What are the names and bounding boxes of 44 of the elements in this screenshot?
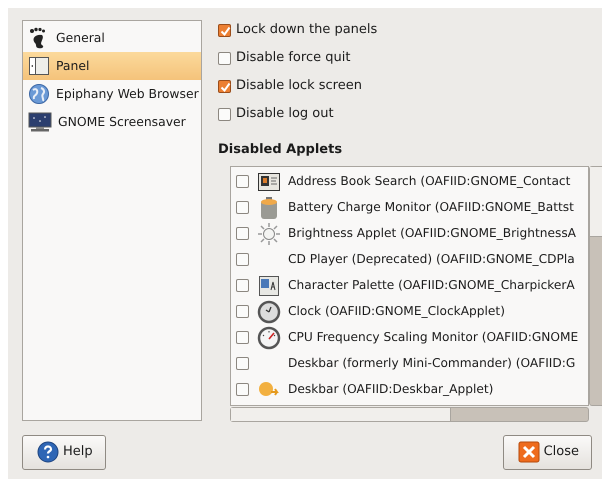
section-heading: Disabled Applets (218, 141, 344, 159)
vertical-scrollbar[interactable] (589, 166, 602, 406)
character-map-icon (257, 274, 281, 298)
applet-name: Clock (OAFIID:GNOME_ClockApplet) (288, 303, 505, 320)
help-icon (37, 441, 59, 463)
horizontal-scrollbar[interactable] (230, 406, 589, 422)
sidebar-item[interactable]: Epiphany Web Browser (23, 80, 201, 108)
applet-name: Character Palette (OAFIID:GNOME_CharpickerA (288, 277, 575, 294)
monitor-icon (28, 111, 52, 133)
checkbox[interactable] (236, 331, 249, 344)
checkbox[interactable] (236, 305, 249, 318)
checkbox[interactable] (218, 24, 231, 36)
checkbox-label[interactable]: Disable log out (236, 104, 334, 124)
panel-icon (28, 55, 50, 77)
help-button[interactable]: Help (22, 434, 106, 470)
checkbox[interactable] (236, 279, 249, 292)
sidebar-item[interactable]: General (23, 24, 201, 52)
applet-name: Battery Charge Monitor (OAFIID:GNOME_Battst (288, 199, 574, 216)
checkbox-label[interactable]: Lock down the panels (236, 20, 378, 40)
applet-name: Deskbar (OAFIID:Deskbar_Applet) (288, 381, 494, 398)
checkbox[interactable] (236, 175, 249, 188)
checkbox[interactable] (236, 227, 249, 240)
sidebar-item[interactable]: GNOME Screensaver (23, 108, 201, 136)
checkbox[interactable] (218, 80, 231, 92)
checkbox[interactable] (218, 52, 231, 64)
checkbox[interactable] (236, 383, 249, 396)
sidebar-item[interactable]: Panel (23, 52, 201, 80)
sun-icon (257, 222, 281, 246)
checkbox-label[interactable]: Disable lock screen (236, 76, 362, 96)
checkbox-label[interactable]: Disable force quit (236, 48, 350, 68)
applet-name: Brightness Applet (OAFIID:GNOME_BrightnessA (288, 225, 576, 242)
gauge-icon (257, 326, 281, 350)
clock-icon (257, 300, 281, 324)
applet-name: CD Player (Deprecated) (OAFIID:GNOME_CDPla (288, 251, 575, 268)
applet-name: CPU Frequency Scaling Monitor (OAFIID:GNOME (288, 329, 578, 346)
checkbox[interactable] (236, 201, 249, 214)
applet-name: Deskbar (formerly Mini-Commander) (OAFIID:G (288, 355, 576, 372)
checkbox[interactable] (236, 357, 249, 370)
globe-icon (28, 83, 50, 105)
close-icon (518, 441, 540, 463)
applet-name: Address Book Search (OAFIID:GNOME_Contact (288, 173, 570, 190)
close-button[interactable]: Close (502, 434, 592, 470)
checkbox[interactable] (218, 108, 231, 120)
checkbox[interactable] (236, 253, 249, 266)
